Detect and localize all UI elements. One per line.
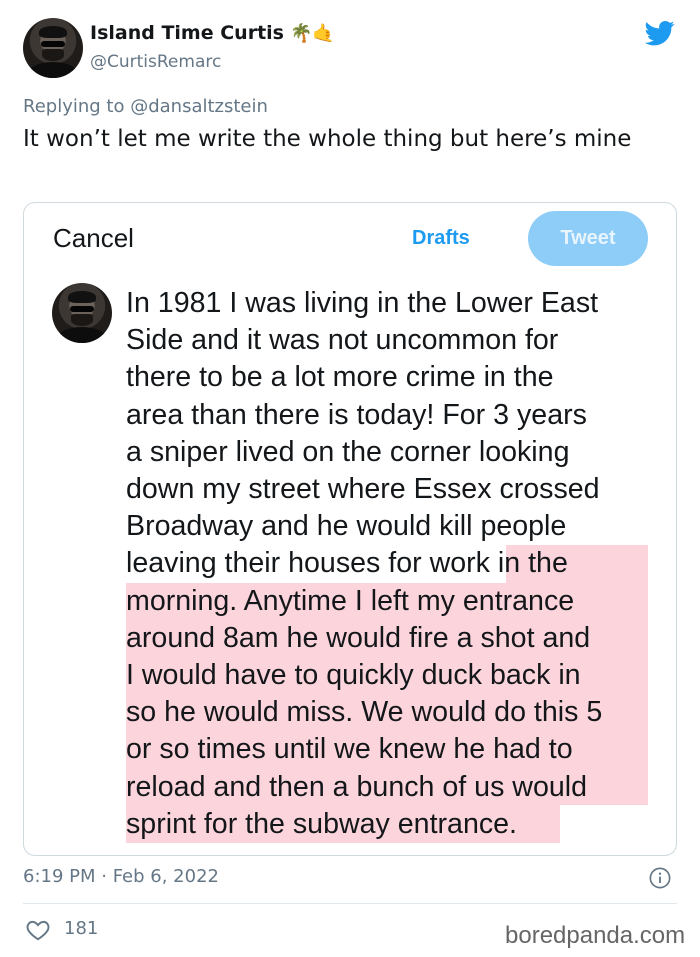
draft-line: or so times until we knew he had to [126, 733, 573, 766]
draft-line: a sniper lived on the corner looking [126, 435, 570, 468]
twitter-bird-icon[interactable] [643, 18, 677, 48]
draft-line: around 8am he would fire a shot and [126, 621, 591, 654]
author-avatar[interactable] [23, 18, 83, 78]
draft-line: leaving their houses for work in the [126, 547, 568, 580]
tweet-button: Tweet [528, 211, 648, 266]
tweet-text: It won’t let me write the whole thing bu… [23, 126, 632, 152]
draft-text: In 1981 I was living in the Lower East Si… [126, 285, 661, 843]
draft-avatar [52, 283, 112, 343]
author-name-row[interactable]: Island Time Curtis 🌴🤙 [90, 22, 335, 44]
like-count: 181 [64, 918, 99, 939]
draft-line: I would have to quickly duck back in [126, 659, 581, 692]
author-name-emojis: 🌴🤙 [289, 22, 335, 44]
info-icon[interactable] [649, 867, 671, 889]
draft-line: sprint for the subway entrance. [126, 807, 517, 840]
author-handle[interactable]: @CurtisRemarc [90, 52, 221, 72]
draft-line: In 1981 I was living in the Lower East [126, 287, 599, 319]
draft-line: there to be a lot more crime in the [126, 361, 554, 394]
cancel-button: Cancel [53, 223, 134, 253]
heart-icon[interactable] [25, 917, 51, 943]
reply-mention-link[interactable]: @dansaltzstein [130, 96, 268, 117]
draft-line: reload and then a bunch of us would [126, 770, 588, 803]
draft-line: Broadway and he would kill people [126, 510, 567, 543]
draft-line: so he would miss. We would do this 5 [126, 696, 603, 729]
tweet-timestamp[interactable]: 6:19 PM · Feb 6, 2022 [23, 866, 219, 887]
watermark: boredpanda.com [505, 922, 686, 949]
embedded-screenshot: Cancel Drafts Tweet In 1981 I was living… [23, 202, 677, 856]
draft-line: down my street where Essex crossed [126, 473, 600, 506]
draft-line: Side and it was not uncommon for [126, 324, 559, 357]
author-name[interactable]: Island Time Curtis [90, 22, 284, 44]
divider [23, 903, 677, 904]
replying-prefix: Replying to [23, 96, 125, 117]
draft-line: area than there is today! For 3 years [126, 398, 587, 431]
replying-to: Replying to @dansaltzstein [23, 96, 268, 117]
draft-line: morning. Anytime I left my entrance [126, 584, 575, 617]
drafts-button: Drafts [412, 227, 470, 249]
